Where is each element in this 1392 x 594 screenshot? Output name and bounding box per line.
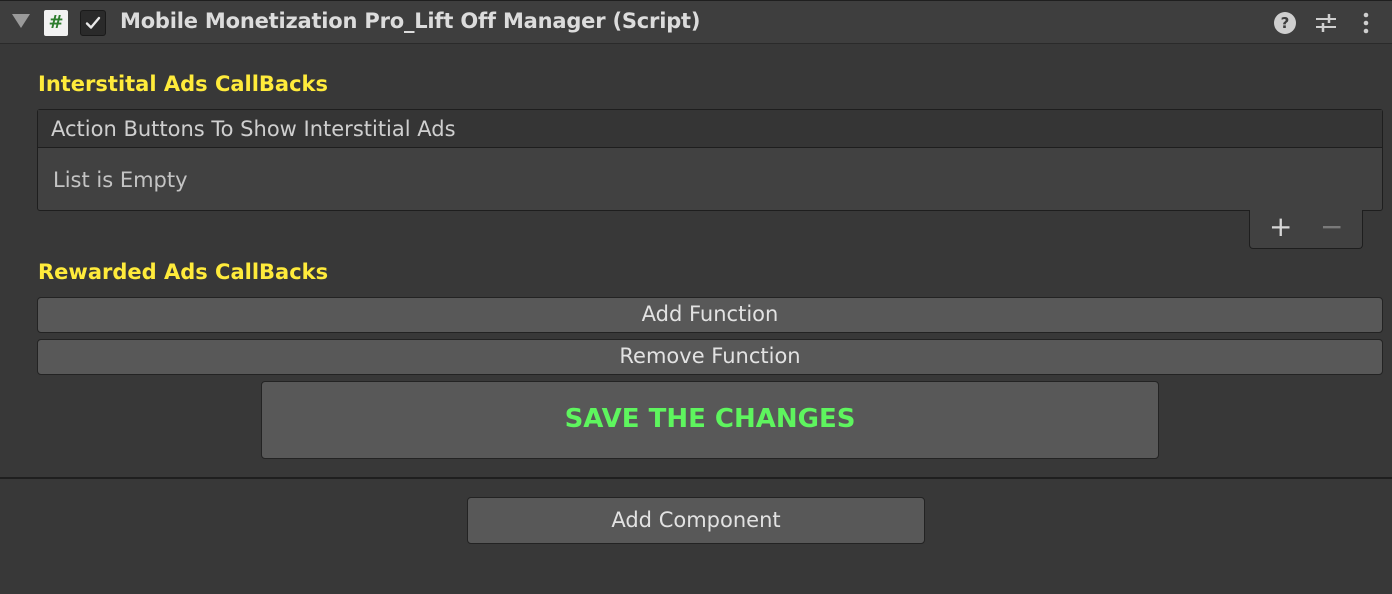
add-function-button[interactable]: Add Function: [37, 297, 1383, 333]
menu-icon[interactable]: [1354, 11, 1378, 35]
rewarded-section-label: Rewarded Ads CallBacks: [38, 260, 329, 284]
add-item-button[interactable]: +: [1269, 212, 1292, 242]
divider: [0, 477, 1392, 479]
list-header-label: Action Buttons To Show Interstitial Ads: [51, 117, 456, 141]
remove-item-button[interactable]: −: [1320, 212, 1343, 242]
component-enabled-checkbox[interactable]: [80, 10, 106, 36]
component-header[interactable]: # Mobile Monetization Pro_Lift Off Manag…: [0, 0, 1392, 44]
component-title: Mobile Monetization Pro_Lift Off Manager…: [120, 9, 701, 33]
interstitial-section-label: Interstital Ads CallBacks: [38, 72, 329, 96]
script-icon: #: [44, 10, 68, 36]
list-empty-text: List is Empty: [53, 168, 188, 192]
add-component-button[interactable]: Add Component: [467, 497, 925, 544]
list-footer: + −: [1249, 210, 1363, 249]
help-icon[interactable]: ?: [1274, 12, 1296, 34]
checkmark-icon: [85, 16, 101, 29]
presets-icon[interactable]: [1314, 11, 1338, 35]
remove-function-button[interactable]: Remove Function: [37, 339, 1383, 375]
foldout-arrow-icon[interactable]: [12, 14, 30, 28]
save-changes-button[interactable]: SAVE THE CHANGES: [261, 381, 1159, 459]
list-header[interactable]: Action Buttons To Show Interstitial Ads: [38, 110, 1382, 148]
interstitial-list: Action Buttons To Show Interstitial Ads …: [37, 109, 1383, 211]
